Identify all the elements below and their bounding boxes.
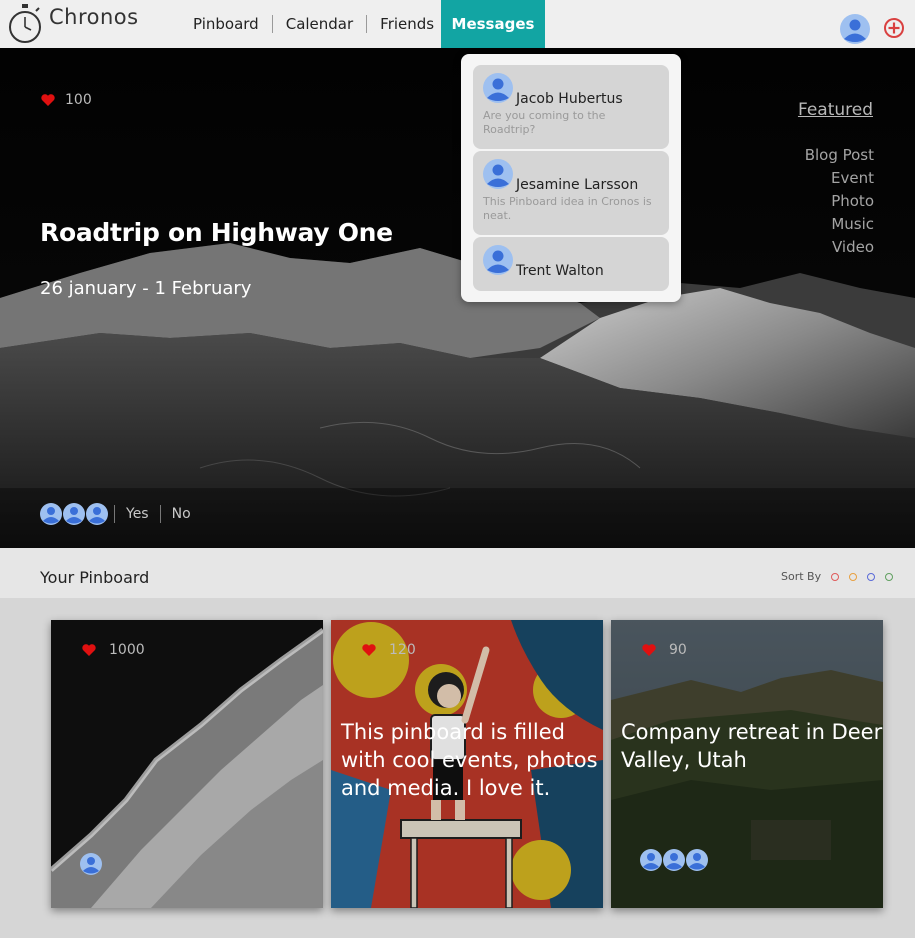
category-event[interactable]: Event bbox=[805, 167, 874, 190]
add-circle-icon[interactable] bbox=[883, 17, 905, 39]
card-likes[interactable]: 90 bbox=[641, 642, 687, 658]
user-avatar-icon[interactable] bbox=[840, 14, 870, 44]
hero-like-count: 100 bbox=[65, 92, 92, 108]
pinboard-header: Your Pinboard Sort By bbox=[0, 548, 915, 598]
attendee-avatar-icon[interactable] bbox=[80, 853, 102, 875]
hero-dates: 26 january - 1 February bbox=[40, 278, 252, 299]
card-text: This pinboard is filled with cool events… bbox=[341, 720, 598, 800]
sort-option-red[interactable] bbox=[831, 572, 840, 581]
pinboard-card[interactable]: 90 Company retreat in Deer Valley, Utah bbox=[611, 620, 883, 908]
sort-option-green[interactable] bbox=[885, 572, 894, 581]
message-preview: This Pinboard idea in Cronos is neat. bbox=[483, 195, 652, 222]
hero-likes[interactable]: 100 bbox=[40, 92, 92, 108]
attendee-avatar-icon[interactable] bbox=[686, 849, 708, 871]
card-attendees bbox=[640, 849, 709, 871]
card-like-count: 1000 bbox=[109, 642, 145, 658]
message-sender: Trent Walton bbox=[516, 263, 604, 279]
pinboard-title: Your Pinboard bbox=[40, 568, 150, 587]
attendee-avatar-icon[interactable] bbox=[86, 503, 108, 525]
attendee-avatar-icon[interactable] bbox=[40, 503, 62, 525]
page: Chronos Pinboard Calendar Friends Messag… bbox=[0, 0, 915, 938]
message-sender: Jacob Hubertus bbox=[516, 91, 623, 107]
attendee-avatar-icon[interactable] bbox=[663, 849, 685, 871]
heart-icon[interactable] bbox=[361, 643, 377, 657]
nav-calendar[interactable]: Calendar bbox=[273, 15, 368, 33]
nav-pinboard[interactable]: Pinboard bbox=[180, 15, 273, 33]
category-music[interactable]: Music bbox=[805, 213, 874, 236]
card-like-count: 120 bbox=[389, 642, 416, 658]
card-text: Company retreat in Deer Valley, Utah bbox=[621, 720, 883, 772]
card-attendees bbox=[80, 853, 103, 875]
message-item[interactable]: Jesamine Larsson This Pinboard idea in C… bbox=[473, 151, 669, 235]
rsvp-row: Yes No bbox=[40, 503, 202, 525]
sort-control: Sort By bbox=[781, 570, 894, 583]
attendee-avatar-icon[interactable] bbox=[640, 849, 662, 871]
sort-option-orange[interactable] bbox=[849, 572, 858, 581]
rsvp-yes-button[interactable]: Yes bbox=[114, 505, 160, 523]
hero-title: Roadtrip on Highway One bbox=[40, 218, 393, 247]
top-nav: Chronos Pinboard Calendar Friends Messag… bbox=[0, 0, 915, 48]
brand-name[interactable]: Chronos bbox=[49, 5, 139, 29]
nav-messages[interactable]: Messages bbox=[441, 0, 545, 48]
main-nav: Pinboard Calendar Friends bbox=[180, 0, 447, 48]
card-likes[interactable]: 1000 bbox=[81, 642, 145, 658]
featured-link[interactable]: Featured bbox=[798, 100, 873, 120]
card-likes[interactable]: 120 bbox=[361, 642, 416, 658]
card-like-count: 90 bbox=[669, 642, 687, 658]
category-blog-post[interactable]: Blog Post bbox=[805, 144, 874, 167]
stopwatch-logo-icon[interactable] bbox=[6, 3, 44, 45]
nav-friends[interactable]: Friends bbox=[367, 15, 447, 33]
pinboard-card[interactable]: 120 This pinboard is filled with cool ev… bbox=[331, 620, 603, 908]
rsvp-no-button[interactable]: No bbox=[159, 505, 202, 523]
sort-label: Sort By bbox=[781, 570, 822, 583]
heart-icon[interactable] bbox=[40, 93, 56, 107]
category-photo[interactable]: Photo bbox=[805, 190, 874, 213]
sort-option-blue[interactable] bbox=[867, 572, 876, 581]
message-item[interactable]: Trent Walton bbox=[473, 237, 669, 291]
message-sender: Jesamine Larsson bbox=[516, 177, 639, 193]
attendee-avatar-icon[interactable] bbox=[63, 503, 85, 525]
heart-icon[interactable] bbox=[81, 643, 97, 657]
category-video[interactable]: Video bbox=[805, 236, 874, 259]
pinboard-card[interactable]: 1000 bbox=[51, 620, 323, 908]
messages-dropdown: Jacob Hubertus Are you coming to the Roa… bbox=[461, 54, 681, 302]
message-preview: Are you coming to the Roadtrip? bbox=[483, 109, 606, 136]
message-item[interactable]: Jacob Hubertus Are you coming to the Roa… bbox=[473, 65, 669, 149]
sender-avatar-icon bbox=[483, 73, 513, 103]
sender-avatar-icon bbox=[483, 245, 513, 275]
heart-icon[interactable] bbox=[641, 643, 657, 657]
hero-banner[interactable]: 100 Roadtrip on Highway One 26 january -… bbox=[0, 48, 915, 548]
sender-avatar-icon bbox=[483, 159, 513, 189]
category-list: Blog Post Event Photo Music Video bbox=[805, 144, 874, 259]
